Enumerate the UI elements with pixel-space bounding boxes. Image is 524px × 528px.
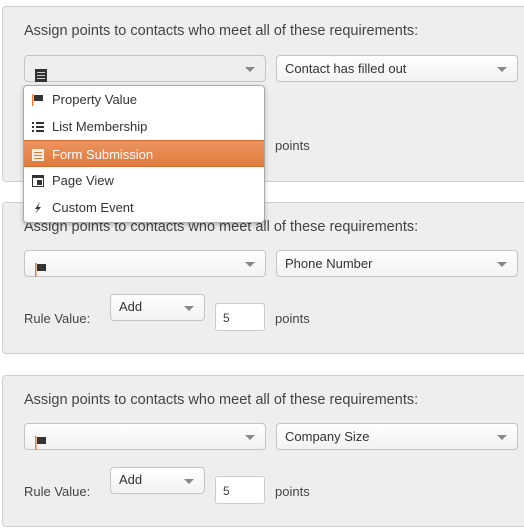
rule-heading: Assign points to contacts who meet all o… <box>24 23 419 39</box>
rule-type-dropdown: Property Value List Membership Form Subm… <box>23 85 265 223</box>
rule-type-select[interactable] <box>24 55 266 82</box>
points-input[interactable]: 5 <box>215 303 265 331</box>
condition-select[interactable]: Phone Number <box>276 250 518 277</box>
menu-item-custom-event[interactable]: Custom Event <box>24 194 264 221</box>
form-icon <box>32 149 44 161</box>
flag-icon <box>32 94 43 106</box>
rule-value-label: Rule Value: <box>24 484 91 499</box>
points-label: points <box>275 311 310 326</box>
rule-type-select[interactable] <box>24 423 266 450</box>
rule-type-select[interactable] <box>24 250 266 277</box>
points-label: points <box>275 138 310 153</box>
chevron-down-icon <box>497 435 507 440</box>
chevron-down-icon <box>184 306 194 311</box>
rule-value-label: Rule Value: <box>24 311 91 326</box>
chevron-down-icon <box>245 67 255 72</box>
condition-select[interactable]: Contact has filled out <box>276 55 518 82</box>
menu-item-list-membership[interactable]: List Membership <box>24 113 264 140</box>
operation-select[interactable]: Add <box>110 294 205 321</box>
chevron-down-icon <box>184 479 194 484</box>
rule-panel-3: Assign points to contacts who meet all o… <box>2 375 524 527</box>
bolt-icon <box>35 202 41 214</box>
rule-heading: Assign points to contacts who meet all o… <box>24 392 419 408</box>
chevron-down-icon <box>497 67 507 72</box>
menu-item-form-submission[interactable]: Form Submission <box>24 140 264 167</box>
list-icon <box>32 122 44 132</box>
page-icon <box>32 175 44 187</box>
condition-select[interactable]: Company Size <box>276 423 518 450</box>
menu-item-property-value[interactable]: Property Value <box>24 86 264 113</box>
flag-icon <box>35 436 46 450</box>
form-icon <box>35 69 47 82</box>
flag-icon <box>35 263 46 277</box>
chevron-down-icon <box>245 262 255 267</box>
operation-select[interactable]: Add <box>110 467 205 494</box>
points-input[interactable]: 5 <box>215 476 265 504</box>
points-label: points <box>275 484 310 499</box>
rule-panel-2: Assign points to contacts who meet all o… <box>2 202 524 354</box>
chevron-down-icon <box>497 262 507 267</box>
menu-item-page-view[interactable]: Page View <box>24 167 264 194</box>
chevron-down-icon <box>245 435 255 440</box>
